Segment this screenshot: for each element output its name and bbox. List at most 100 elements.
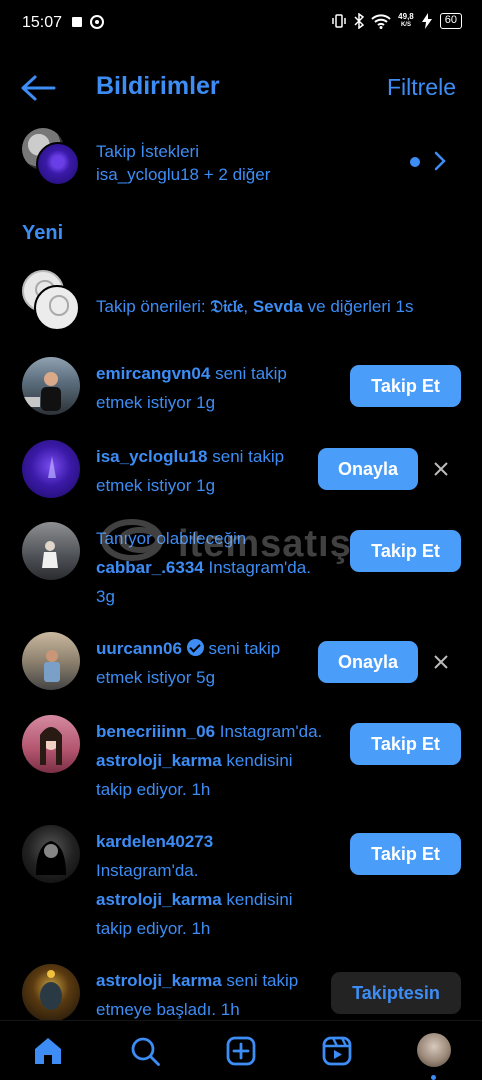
create-icon[interactable]: [225, 1035, 257, 1067]
suggestions-time: 1s: [395, 297, 414, 316]
notification-text: isa_ycloglu18 seni takip etmek istiyor 1…: [96, 442, 326, 500]
bluetooth-icon: [354, 13, 365, 29]
separator: ,: [243, 297, 253, 316]
verified-badge-icon: [186, 639, 204, 656]
vibrate-icon: [332, 14, 346, 28]
text: etmek istiyor: [96, 393, 197, 412]
close-icon[interactable]: [432, 460, 450, 478]
timestamp: 1h: [191, 919, 211, 938]
suggestions-text: Takip önerileri: 𝔇𝔦𝔠𝔩𝔢, Sevda ve diğerle…: [96, 297, 414, 317]
username[interactable]: astroloji_karma: [96, 751, 222, 770]
notification-text: Tanıyor olabileceğin cabbar_.6334 Instag…: [96, 524, 326, 611]
text: kendisini: [221, 751, 293, 770]
speed-value: 49,8: [398, 12, 414, 21]
text: Instagram'da.: [215, 722, 323, 741]
avatar[interactable]: [22, 440, 80, 498]
avatar[interactable]: [22, 522, 80, 580]
suggestions-suffix: ve diğerleri: [302, 297, 396, 316]
username[interactable]: cabbar_.6334: [96, 558, 204, 577]
notification-text: kardelen40273 Instagram'da. astroloji_ka…: [96, 827, 346, 943]
avatar[interactable]: [22, 825, 80, 883]
follow-requests-title: Takip İstekleri: [96, 142, 199, 161]
section-title-new: Yeni: [22, 222, 64, 244]
text: kendisini: [221, 890, 293, 909]
notification-row[interactable]: uurcann06 seni takip etmek istiyor 5g On…: [0, 632, 482, 692]
network-speed: 49,8 K/S: [398, 13, 414, 29]
suggestions-prefix: Takip önerileri:: [96, 297, 211, 316]
home-icon[interactable]: [32, 1035, 64, 1067]
suggestion-avatar-2: [34, 285, 80, 331]
avatar[interactable]: [22, 964, 80, 1022]
username[interactable]: astroloji_karma: [96, 971, 222, 990]
follow-button[interactable]: Takip Et: [350, 833, 461, 875]
header: Bildirimler Filtrele: [0, 64, 482, 112]
username[interactable]: kardelen40273: [96, 832, 213, 851]
username[interactable]: isa_ycloglu18: [96, 447, 208, 466]
back-arrow-icon[interactable]: [20, 74, 56, 102]
timestamp: 1g: [196, 393, 216, 412]
following-button[interactable]: Takiptesin: [331, 972, 461, 1014]
follow-button[interactable]: Takip Et: [350, 723, 461, 765]
suggested-user-2[interactable]: Sevda: [253, 297, 303, 316]
follow-requests-subtitle: isa_ycloglu18 + 2 diğer: [96, 165, 271, 184]
text: Instagram'da.: [203, 558, 311, 577]
follow-requests-row[interactable]: Takip İstekleri isa_ycloglu18 + 2 diğer: [0, 124, 470, 194]
text: takip ediyor.: [96, 780, 192, 799]
notification-text: benecriiinn_06 Instagram'da. astroloji_k…: [96, 717, 346, 804]
text: seni takip: [207, 447, 285, 466]
suggested-user-1[interactable]: 𝔇𝔦𝔠𝔩𝔢: [210, 297, 243, 316]
follow-button[interactable]: Takip Et: [350, 530, 461, 572]
chevron-right-icon: [434, 151, 446, 171]
text: takip ediyor.: [96, 919, 192, 938]
notification-row[interactable]: emircangvn04 seni takip etmek istiyor 1g…: [0, 355, 482, 415]
status-time: 15:07: [22, 14, 63, 31]
timestamp: 1g: [196, 476, 216, 495]
avatar[interactable]: [22, 715, 80, 773]
avatar[interactable]: [22, 632, 80, 690]
bottom-navigation: [0, 1020, 482, 1080]
timestamp: 3g: [96, 587, 115, 606]
follow-button[interactable]: Takip Et: [350, 365, 461, 407]
page-title: Bildirimler: [96, 72, 220, 100]
notification-text: uurcann06 seni takip etmek istiyor 5g: [96, 634, 326, 692]
notification-text: astroloji_karma seni takip etmeye başlad…: [96, 966, 336, 1024]
notification-text: emircangvn04 seni takip etmek istiyor 1g: [96, 359, 326, 417]
notification-row[interactable]: Tanıyor olabileceğin cabbar_.6334 Instag…: [0, 522, 482, 612]
request-avatar-2: [36, 142, 80, 186]
speed-unit: K/S: [400, 22, 411, 28]
wifi-icon: [371, 14, 391, 29]
text: etmek istiyor: [96, 476, 197, 495]
reels-icon[interactable]: [321, 1035, 353, 1067]
notification-square-icon: [72, 17, 82, 27]
status-bar: 15:07 49,8 K/S 60: [0, 0, 482, 46]
profile-indicator-dot: [431, 1075, 436, 1080]
approve-button[interactable]: Onayla: [318, 641, 418, 683]
notification-row[interactable]: kardelen40273 Instagram'da. astroloji_ka…: [0, 825, 482, 945]
battery-level: 60: [439, 13, 462, 29]
username[interactable]: astroloji_karma: [96, 890, 222, 909]
avatar[interactable]: [22, 357, 80, 415]
timestamp: 5g: [196, 668, 216, 687]
notification-row[interactable]: isa_ycloglu18 seni takip etmek istiyor 1…: [0, 438, 482, 498]
username[interactable]: uurcann06: [96, 639, 182, 658]
username[interactable]: benecriiinn_06: [96, 722, 215, 741]
text: etmeye başladı.: [96, 1000, 221, 1019]
text: Tanıyor olabileceğin: [96, 529, 247, 548]
username[interactable]: emircangvn04: [96, 364, 210, 383]
search-icon[interactable]: [129, 1035, 161, 1067]
text: seni takip: [221, 971, 299, 990]
text: etmek istiyor: [96, 668, 197, 687]
text: Instagram'da.: [96, 861, 199, 880]
timestamp: 1h: [220, 1000, 240, 1019]
unread-dot: [410, 157, 420, 167]
notification-row[interactable]: astroloji_karma seni takip etmeye başlad…: [0, 964, 482, 1022]
profile-avatar[interactable]: [417, 1033, 451, 1067]
filter-button[interactable]: Filtrele: [387, 74, 456, 101]
close-icon[interactable]: [432, 653, 450, 671]
notification-row[interactable]: benecriiinn_06 Instagram'da. astroloji_k…: [0, 715, 482, 805]
approve-button[interactable]: Onayla: [318, 448, 418, 490]
recording-icon: [90, 15, 104, 29]
charging-icon: [421, 13, 432, 29]
text: seni takip: [210, 364, 287, 383]
text: seni takip: [203, 639, 281, 658]
